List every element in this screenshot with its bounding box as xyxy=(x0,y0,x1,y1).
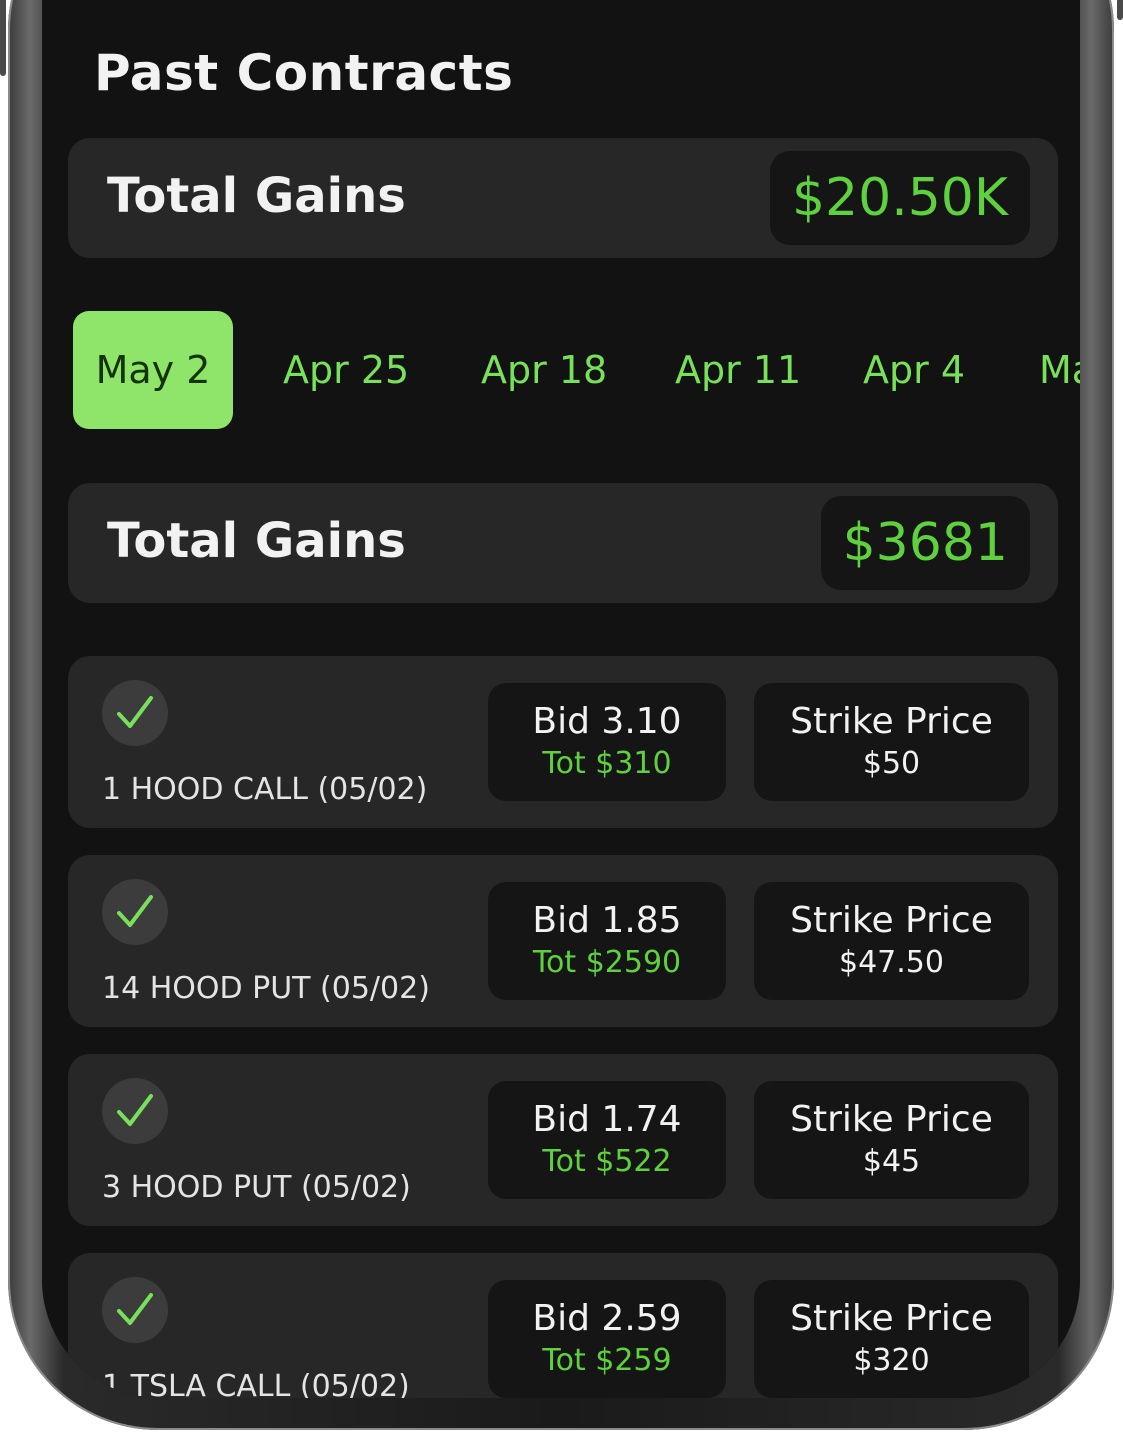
total-value: Tot $522 xyxy=(542,1144,672,1179)
contract-card[interactable]: 1 TSLA CALL (05/02) Bid 2.59 Tot $259 St… xyxy=(68,1253,1058,1398)
date-tab-apr-25[interactable]: Apr 25 xyxy=(283,311,409,429)
strike-price-box: Strike Price $320 xyxy=(754,1280,1029,1398)
date-tab-may-2[interactable]: May 2 xyxy=(73,311,233,429)
bid-value: Bid 1.85 xyxy=(532,900,682,941)
date-tab-apr-18[interactable]: Apr 18 xyxy=(481,311,607,429)
total-value: Tot $259 xyxy=(542,1343,672,1378)
page-title: Past Contracts xyxy=(94,44,514,102)
check-icon xyxy=(102,680,168,746)
total-value: Tot $2590 xyxy=(532,945,682,980)
strike-price-box: Strike Price $50 xyxy=(754,683,1029,801)
strike-price-label: Strike Price xyxy=(790,701,993,742)
bid-value: Bid 1.74 xyxy=(532,1099,682,1140)
bid-box: Bid 1.85 Tot $2590 xyxy=(488,882,726,1000)
date-tab-strip[interactable]: May 2 Apr 25 Apr 18 Apr 11 Apr 4 Ma xyxy=(42,311,1080,431)
contract-name: 3 HOOD PUT (05/02) xyxy=(102,1170,411,1205)
total-value: Tot $310 xyxy=(542,746,672,781)
contract-name: 14 HOOD PUT (05/02) xyxy=(102,971,430,1006)
overall-gains-label: Total Gains xyxy=(107,168,406,224)
bid-box: Bid 2.59 Tot $259 xyxy=(488,1280,726,1398)
date-tab-apr-11[interactable]: Apr 11 xyxy=(675,311,801,429)
check-icon xyxy=(102,1277,168,1343)
app-screen: Past Contracts Total Gains $20.50K May 2… xyxy=(42,0,1080,1398)
contract-name: 1 HOOD CALL (05/02) xyxy=(102,772,428,807)
strike-price-label: Strike Price xyxy=(790,900,993,941)
check-icon xyxy=(102,879,168,945)
week-gains-value: $3681 xyxy=(820,496,1030,590)
check-icon xyxy=(102,1078,168,1144)
strike-price-box: Strike Price $47.50 xyxy=(754,882,1029,1000)
bid-box: Bid 3.10 Tot $310 xyxy=(488,683,726,801)
bid-value: Bid 3.10 xyxy=(532,701,682,742)
week-gains-label: Total Gains xyxy=(107,513,406,569)
strike-price-value: $45 xyxy=(862,1144,921,1179)
date-tab-apr-4[interactable]: Apr 4 xyxy=(863,311,965,429)
contract-card[interactable]: 3 HOOD PUT (05/02) Bid 1.74 Tot $522 Str… xyxy=(68,1054,1058,1226)
overall-gains-value: $20.50K xyxy=(769,151,1030,245)
bid-box: Bid 1.74 Tot $522 xyxy=(488,1081,726,1199)
strike-price-label: Strike Price xyxy=(790,1099,993,1140)
strike-price-box: Strike Price $45 xyxy=(754,1081,1029,1199)
strike-price-label: Strike Price xyxy=(790,1298,993,1339)
strike-price-value: $320 xyxy=(853,1343,930,1378)
contract-card[interactable]: 1 HOOD CALL (05/02) Bid 3.10 Tot $310 St… xyxy=(68,656,1058,828)
strike-price-value: $50 xyxy=(862,746,921,781)
phone-side-button xyxy=(1117,0,1123,20)
overall-gains-card: Total Gains $20.50K xyxy=(68,138,1058,258)
week-gains-card: Total Gains $3681 xyxy=(68,483,1058,603)
contract-card[interactable]: 14 HOOD PUT (05/02) Bid 1.85 Tot $2590 S… xyxy=(68,855,1058,1027)
bid-value: Bid 2.59 xyxy=(532,1298,682,1339)
strike-price-value: $47.50 xyxy=(839,945,944,980)
date-tab-next[interactable]: Ma xyxy=(1039,311,1080,429)
contract-name: 1 TSLA CALL (05/02) xyxy=(102,1369,410,1398)
phone-side-button xyxy=(0,0,6,76)
